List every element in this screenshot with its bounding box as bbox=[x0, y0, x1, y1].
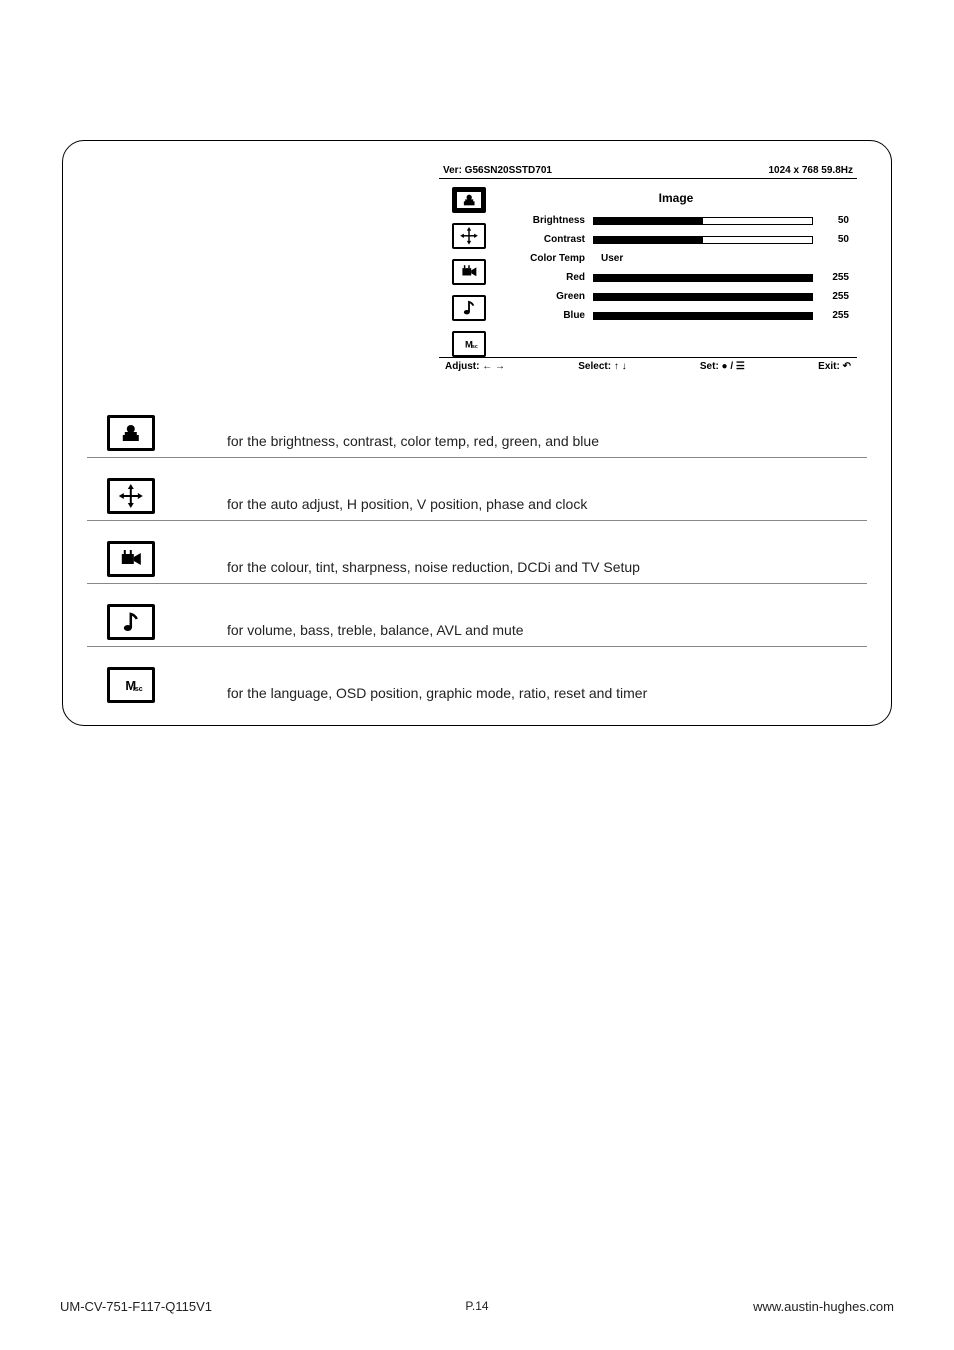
label-green: Green bbox=[503, 291, 593, 302]
image-icon[interactable] bbox=[452, 187, 486, 213]
audio-icon[interactable] bbox=[452, 295, 486, 321]
osd-version: Ver: G56SN20SSTD701 bbox=[443, 165, 552, 176]
value-brightness: 50 bbox=[821, 215, 849, 226]
value-contrast: 50 bbox=[821, 234, 849, 245]
legend-row: for the colour, tint, sharpness, noise r… bbox=[87, 521, 867, 584]
misc-icon bbox=[107, 667, 155, 703]
legend-text: for the brightness, contrast, color temp… bbox=[227, 433, 599, 451]
row-brightness[interactable]: Brightness 50 bbox=[503, 215, 849, 226]
value-red: 255 bbox=[821, 272, 849, 283]
legend-text: for the auto adjust, H position, V posit… bbox=[227, 496, 587, 514]
legend-text: for the language, OSD position, graphic … bbox=[227, 685, 647, 703]
osd-resolution: 1024 x 768 59.8Hz bbox=[768, 165, 853, 176]
slider-brightness[interactable] bbox=[593, 217, 813, 225]
slider-green[interactable] bbox=[593, 293, 813, 301]
audio-icon bbox=[107, 604, 155, 640]
legend-row: for the auto adjust, H position, V posit… bbox=[87, 458, 867, 521]
label-brightness: Brightness bbox=[503, 215, 593, 226]
geometry-icon bbox=[107, 478, 155, 514]
row-contrast[interactable]: Contrast 50 bbox=[503, 234, 849, 245]
osd-tab-strip bbox=[439, 179, 499, 357]
legend-table: for the brightness, contrast, color temp… bbox=[87, 395, 867, 703]
osd-title: Image bbox=[503, 191, 849, 205]
slider-red[interactable] bbox=[593, 274, 813, 282]
misc-icon[interactable] bbox=[452, 331, 486, 357]
footer-set: Set: ● / ☰ bbox=[700, 361, 745, 372]
legend-row: for the brightness, contrast, color temp… bbox=[87, 395, 867, 458]
legend-row: for the language, OSD position, graphic … bbox=[87, 647, 867, 703]
legend-row: for volume, bass, treble, balance, AVL a… bbox=[87, 584, 867, 647]
row-green[interactable]: Green 255 bbox=[503, 291, 849, 302]
footer-exit: Exit: ↶ bbox=[818, 361, 851, 372]
value-blue: 255 bbox=[821, 310, 849, 321]
footer-adjust: Adjust: ← → bbox=[445, 361, 505, 372]
osd-header: Ver: G56SN20SSTD701 1024 x 768 59.8Hz bbox=[439, 163, 857, 179]
footer-left: UM-CV-751-F117-Q115V1 bbox=[60, 1299, 212, 1314]
label-colortemp: Color Temp bbox=[503, 253, 593, 264]
row-red[interactable]: Red 255 bbox=[503, 272, 849, 283]
slider-blue[interactable] bbox=[593, 312, 813, 320]
video-icon bbox=[107, 541, 155, 577]
value-colortemp: User bbox=[593, 253, 623, 264]
legend-text: for the colour, tint, sharpness, noise r… bbox=[227, 559, 640, 577]
footer-center: P.14 bbox=[465, 1299, 488, 1313]
label-contrast: Contrast bbox=[503, 234, 593, 245]
video-icon[interactable] bbox=[452, 259, 486, 285]
label-blue: Blue bbox=[503, 310, 593, 321]
value-green: 255 bbox=[821, 291, 849, 302]
image-icon bbox=[107, 415, 155, 451]
row-colortemp[interactable]: Color Temp User bbox=[503, 253, 849, 264]
page-footer: UM-CV-751-F117-Q115V1 P.14 www.austin-hu… bbox=[60, 1299, 894, 1314]
label-red: Red bbox=[503, 272, 593, 283]
osd-footer: Adjust: ← → Select: ↑ ↓ Set: ● / ☰ Exit:… bbox=[439, 357, 857, 375]
row-blue[interactable]: Blue 255 bbox=[503, 310, 849, 321]
footer-select: Select: ↑ ↓ bbox=[578, 361, 626, 372]
legend-text: for volume, bass, treble, balance, AVL a… bbox=[227, 622, 524, 640]
geometry-icon[interactable] bbox=[452, 223, 486, 249]
osd-panel: Ver: G56SN20SSTD701 1024 x 768 59.8Hz Im… bbox=[439, 163, 857, 375]
content-frame: Ver: G56SN20SSTD701 1024 x 768 59.8Hz Im… bbox=[62, 140, 892, 726]
slider-contrast[interactable] bbox=[593, 236, 813, 244]
footer-right: www.austin-hughes.com bbox=[753, 1299, 894, 1314]
